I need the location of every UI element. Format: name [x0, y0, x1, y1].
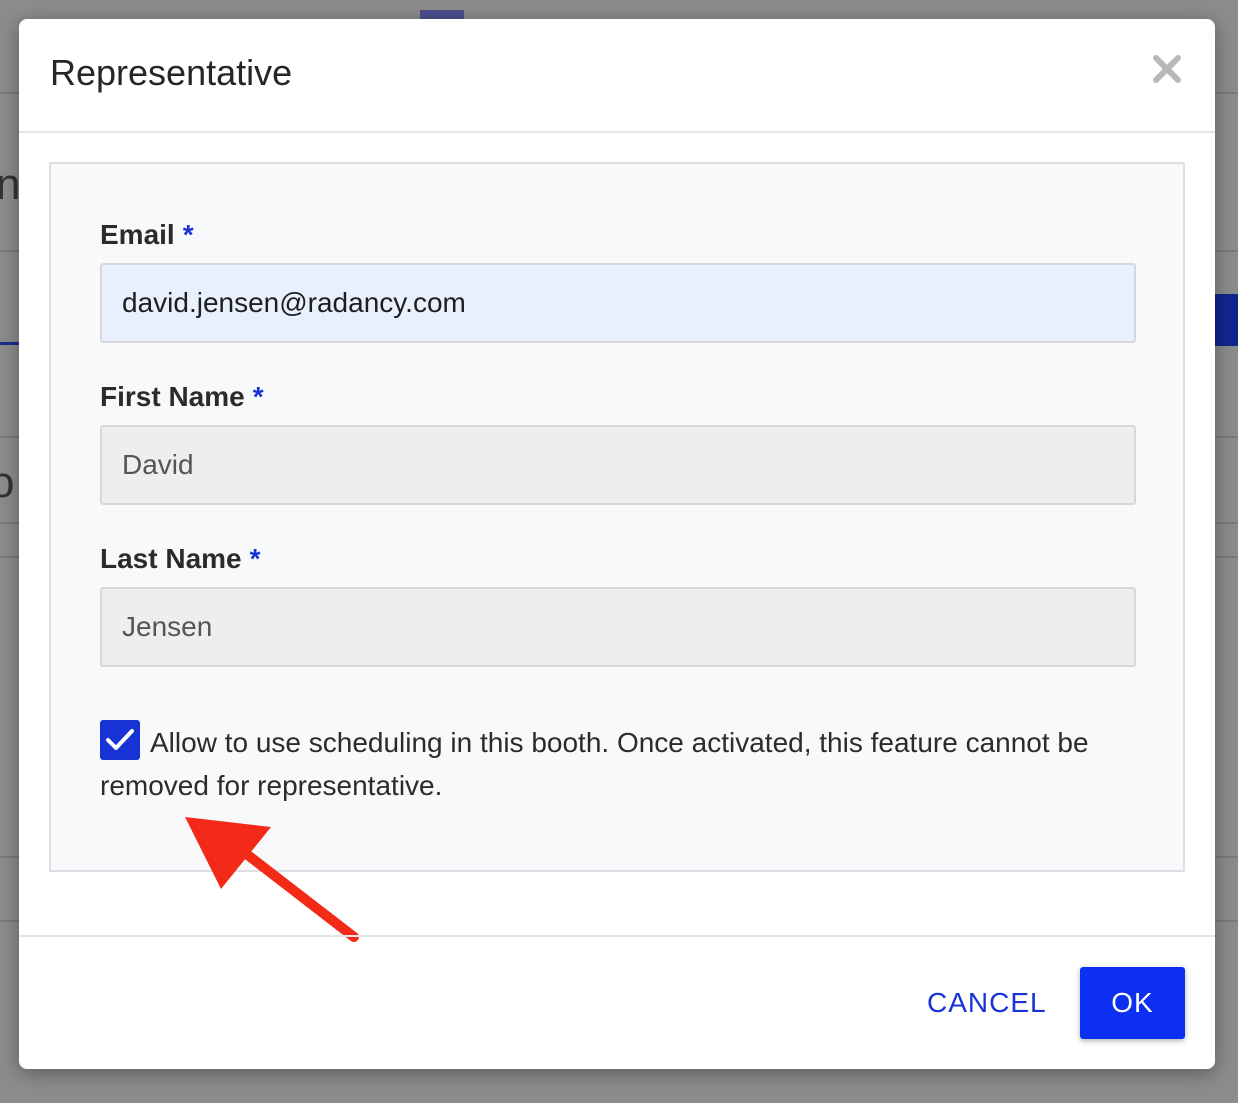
modal-title: Representative: [50, 52, 293, 93]
annotation-arrow-icon: [185, 817, 359, 942]
email-label-text: Email: [100, 219, 175, 250]
scheduling-checkbox[interactable]: [100, 720, 140, 760]
background-partial-text: n: [0, 160, 21, 209]
modal-header: Representative: [19, 19, 1215, 133]
background-blue-bar: [1214, 294, 1238, 346]
first-name-label: First Name *: [100, 379, 264, 415]
representative-modal: Representative Email* First Name* Last N…: [19, 19, 1215, 1069]
first-name-input: [100, 425, 1136, 505]
email-input[interactable]: [100, 263, 1136, 343]
modal-footer: CANCEL OK: [19, 935, 1215, 1071]
required-asterisk: *: [252, 381, 264, 412]
last-name-label: Last Name *: [100, 541, 261, 577]
background-tab-underline: [0, 342, 20, 345]
close-icon: [1153, 55, 1181, 83]
scheduling-checkbox-label: Allow to use scheduling in this booth. O…: [100, 727, 1089, 801]
ok-button[interactable]: OK: [1080, 967, 1185, 1039]
background-partial-text: o: [0, 458, 15, 507]
representative-form: Email* First Name* Last Name* Allow to u…: [49, 162, 1185, 872]
close-button[interactable]: [1145, 47, 1189, 91]
last-name-label-text: Last Name: [100, 543, 242, 574]
email-label: Email *: [100, 217, 194, 253]
first-name-label-text: First Name: [100, 381, 245, 412]
required-asterisk: *: [182, 219, 194, 250]
required-asterisk: *: [249, 543, 261, 574]
scheduling-option: Allow to use scheduling in this booth. O…: [100, 720, 1140, 807]
cancel-button[interactable]: CANCEL: [909, 967, 1065, 1039]
last-name-input: [100, 587, 1136, 667]
checkmark-icon: [106, 729, 134, 750]
